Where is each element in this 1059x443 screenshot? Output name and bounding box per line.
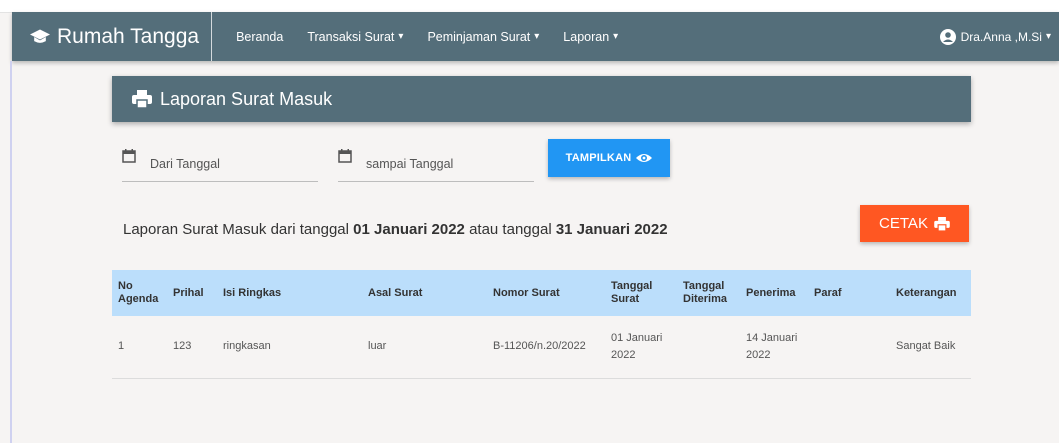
table-cell	[677, 316, 740, 378]
date-from-placeholder: Dari Tanggal	[150, 157, 220, 171]
cetak-label: CETAK	[879, 215, 928, 232]
column-header: Paraf	[814, 286, 842, 299]
nav-laporan[interactable]: Laporan ▾	[563, 30, 618, 44]
report-date-to: 31 Januari 2022	[555, 221, 668, 238]
eye-icon	[636, 154, 653, 162]
nav-laporan-label: Laporan	[563, 29, 610, 44]
nav-peminjaman-surat[interactable]: Peminjaman Surat ▾	[427, 30, 539, 44]
report-prefix: Laporan Surat Masuk dari tanggal	[123, 221, 354, 238]
report-header: Laporan Surat Masuk	[112, 76, 971, 122]
column-header: Keterangan	[896, 286, 957, 299]
calendar-icon	[122, 149, 136, 163]
chevron-down-icon: ▾	[1045, 31, 1051, 42]
column-header: Penerima	[746, 286, 796, 299]
tampilkan-button[interactable]: TAMPILKAN	[548, 139, 670, 177]
brand-name: Rumah Tangga	[57, 24, 200, 48]
graduation-cap-icon	[30, 29, 50, 43]
page-title: Laporan Surat Masuk	[160, 88, 333, 109]
table-cell: Sangat Baik	[896, 340, 956, 353]
column-header: Nomor Surat	[493, 286, 560, 299]
report-summary: Laporan Surat Masuk dari tanggal 01 Janu…	[123, 221, 668, 238]
brand[interactable]: Rumah Tangga	[12, 12, 213, 61]
report-middle: atau tanggal	[464, 221, 556, 238]
print-icon	[934, 216, 950, 231]
tampilkan-label: TAMPILKAN	[565, 152, 632, 164]
calendar-icon	[338, 149, 352, 163]
table-header-row: No Agenda Prihal Isi Ringkas Asal Surat …	[112, 270, 971, 316]
report-table: No Agenda Prihal Isi Ringkas Asal Surat …	[112, 270, 971, 379]
cetak-button[interactable]: CETAK	[860, 205, 969, 242]
nav-beranda[interactable]: Beranda	[236, 30, 283, 44]
table-cell: 123	[173, 340, 192, 353]
table-cell	[808, 316, 890, 378]
user-name: Dra.Anna ,M.Si	[960, 29, 1042, 44]
column-header: No Agenda	[118, 280, 159, 305]
table-row: 1 123 ringkasan luar B-11206/n.20/2022 0…	[112, 316, 971, 378]
column-header: Tanggal Surat	[611, 280, 653, 305]
date-to-field[interactable]: sampai Tanggal	[338, 145, 534, 182]
table-cell: ringkasan	[223, 340, 271, 353]
table-cell: 01 Januari 2022	[611, 331, 663, 361]
nav-transaksi-surat[interactable]: Transaksi Surat ▾	[307, 30, 403, 44]
nav-beranda-label: Beranda	[236, 29, 284, 44]
chevron-down-icon: ▾	[398, 31, 404, 42]
chevron-down-icon: ▾	[613, 31, 619, 42]
table-cell: 14 Januari 2022	[746, 331, 798, 361]
date-to-placeholder: sampai Tanggal	[366, 157, 454, 171]
column-header: Prihal	[173, 286, 204, 299]
date-from-field[interactable]: Dari Tanggal	[122, 145, 318, 182]
user-circle-icon	[939, 28, 956, 45]
column-header: Tanggal Diterima	[683, 280, 728, 305]
print-icon	[132, 90, 152, 108]
nav-transaksi-surat-label: Transaksi Surat	[307, 29, 395, 44]
nav-peminjaman-surat-label: Peminjaman Surat	[427, 29, 531, 44]
table-cell: B-11206/n.20/2022	[493, 340, 586, 353]
top-navbar: Rumah Tangga Beranda Transaksi Surat ▾ P…	[12, 12, 1059, 61]
chevron-down-icon: ▾	[534, 31, 540, 42]
column-header: Asal Surat	[368, 286, 423, 299]
column-header: Isi Ringkas	[223, 286, 282, 299]
report-date-from: 01 Januari 2022	[353, 221, 465, 238]
user-menu[interactable]: Dra.Anna ,M.Si ▾	[939, 12, 1051, 61]
table-cell: 1	[118, 340, 125, 353]
left-edge-line	[10, 61, 12, 443]
table-cell: luar	[368, 340, 387, 353]
